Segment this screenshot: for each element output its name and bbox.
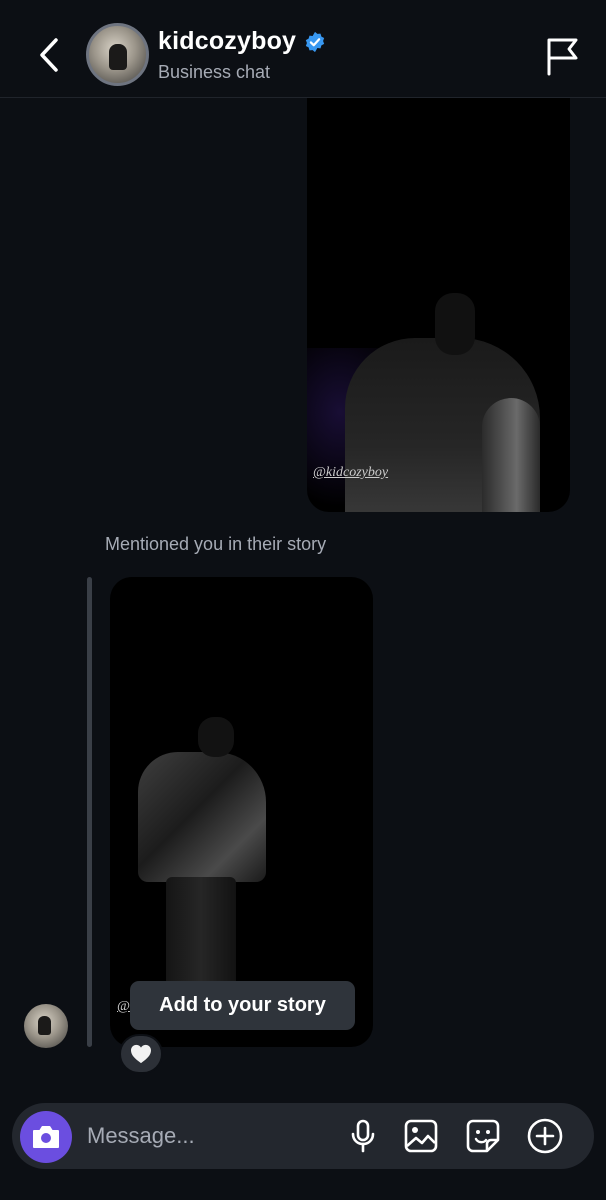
- gallery-button[interactable]: [402, 1117, 440, 1155]
- gallery-icon: [404, 1119, 438, 1153]
- username: kidcozyboy: [158, 27, 297, 55]
- mention-label: Mentioned you in their story: [105, 534, 327, 554]
- microphone-icon: [351, 1119, 375, 1153]
- story-media-sent[interactable]: @kidcozyboy: [307, 98, 570, 512]
- chat-subtitle: Business chat: [158, 62, 271, 82]
- sender-avatar[interactable]: [24, 1004, 68, 1048]
- verified-badge-icon: [305, 31, 325, 52]
- reaction-badge[interactable]: [119, 1034, 163, 1074]
- heart-icon: [131, 1044, 151, 1064]
- story-media-received[interactable]: @: [110, 577, 373, 1047]
- more-options-button[interactable]: [526, 1117, 564, 1155]
- chat-header: kidcozyboy Business chat: [0, 0, 606, 98]
- sticker-icon: [466, 1119, 500, 1153]
- sticker-button[interactable]: [464, 1117, 502, 1155]
- avatar[interactable]: [86, 23, 149, 86]
- reply-indicator: [87, 577, 92, 1047]
- back-button[interactable]: [30, 34, 68, 76]
- flag-icon: [547, 38, 578, 76]
- chevron-left-icon: [40, 38, 58, 72]
- camera-button[interactable]: [20, 1111, 72, 1163]
- story-mention-tag: @kidcozyboy: [313, 465, 389, 480]
- plus-circle-icon: [527, 1118, 563, 1154]
- chat-title[interactable]: kidcozyboy: [158, 27, 326, 56]
- camera-icon: [33, 1126, 59, 1148]
- report-button[interactable]: [543, 36, 581, 76]
- message-composer: [12, 1103, 594, 1169]
- message-input[interactable]: [87, 1120, 337, 1152]
- add-to-story-button[interactable]: Add to your story: [130, 981, 355, 1030]
- voice-button[interactable]: [344, 1117, 382, 1155]
- story-mention-tag: @: [117, 999, 130, 1014]
